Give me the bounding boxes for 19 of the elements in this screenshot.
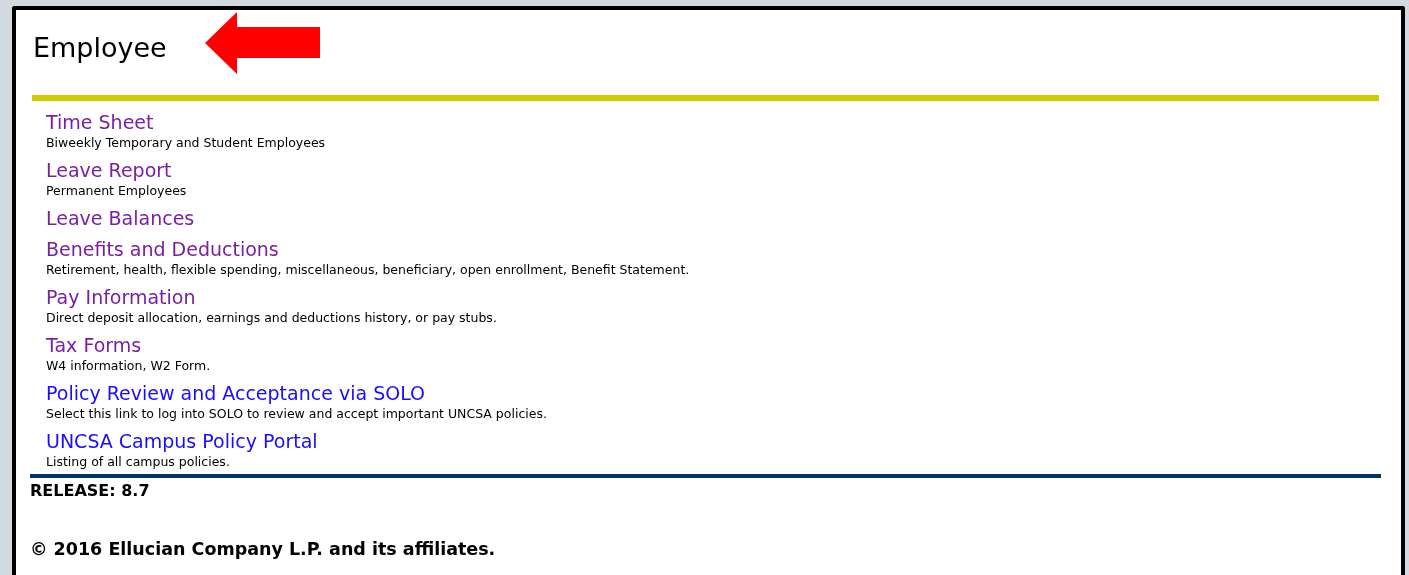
menu-link[interactable]: Time Sheet xyxy=(46,110,154,134)
link-description: Direct deposit allocation, earnings and deductions history, or pay stubs. xyxy=(46,309,498,326)
link-description: Retirement, health, flexible spending, miscellaneous, beneficiary, open enrollment, Benefit Statement. xyxy=(46,261,691,278)
menu-link[interactable]: Tax Forms xyxy=(46,333,142,357)
release-version: RELEASE: 8.7 xyxy=(30,481,151,500)
menu-link[interactable]: UNCSA Campus Policy Portal xyxy=(46,429,318,453)
link-description: Permanent Employees xyxy=(46,182,188,199)
link-description: Biweekly Temporary and Student Employees xyxy=(46,134,327,151)
menu-link[interactable]: Leave Balances xyxy=(46,206,195,230)
menu-link[interactable]: Pay Information xyxy=(46,285,196,309)
arrow-icon xyxy=(205,12,320,74)
copyright-text: © 2016 Ellucian Company L.P. and its affiliates. xyxy=(30,539,497,559)
link-description: W4 information, W2 Form. xyxy=(46,357,212,374)
link-description: Select this link to log into SOLO to review and accept important UNCSA policies. xyxy=(46,405,548,422)
menu-link[interactable]: Policy Review and Acceptance via SOLO xyxy=(46,381,425,405)
menu-link[interactable]: Benefits and Deductions xyxy=(46,237,279,261)
page-title: Employee xyxy=(33,32,167,63)
menu-link[interactable]: Leave Report xyxy=(46,158,172,182)
link-description: Listing of all campus policies. xyxy=(46,453,231,470)
